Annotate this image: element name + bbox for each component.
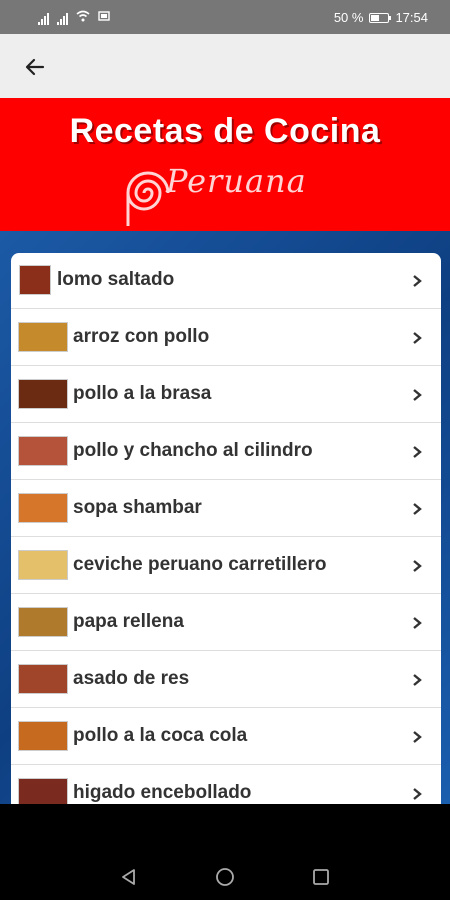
recipe-label: ceviche peruano carretillero (73, 554, 327, 575)
battery-percent: 50 % (333, 10, 364, 25)
chevron-right-icon (407, 784, 427, 804)
recipe-thumbnail (18, 778, 68, 804)
chevron-right-icon (407, 727, 427, 747)
triangle-back-icon (122, 869, 135, 885)
recipe-thumbnail (18, 607, 68, 637)
logo-text: Peruana (166, 162, 307, 200)
chevron-right-icon (407, 442, 427, 462)
recipe-label: pollo a la coca cola (73, 725, 248, 746)
nav-back-button[interactable] (114, 862, 144, 892)
recipe-thumbnail (18, 493, 68, 523)
list-item[interactable]: higado encebollado (11, 766, 441, 804)
app-toolbar (0, 34, 450, 98)
recipe-list: lomo saltado arroz con pollo pollo a la … (11, 253, 441, 804)
recipe-label: lomo saltado (57, 269, 175, 290)
recipe-label: sopa shambar (73, 497, 202, 518)
recipe-thumbnail (18, 322, 68, 352)
list-item[interactable]: sopa shambar (11, 481, 441, 537)
recipe-label: arroz con pollo (73, 326, 210, 347)
clock: 17:54 (395, 10, 428, 25)
peruana-logo: Peruana (118, 158, 338, 228)
recipe-label: higado encebollado (73, 782, 252, 803)
signal-icon (57, 13, 68, 25)
header-banner: Recetas de Cocina Peruana (0, 98, 450, 231)
recipe-thumbnail (18, 379, 68, 409)
circle-home-icon (216, 868, 234, 886)
arrow-left-icon (25, 58, 45, 76)
recipe-label: pollo y chancho al cilindro (73, 440, 313, 461)
status-right: 50 % 17:54 (334, 10, 428, 25)
content-area: lomo saltado arroz con pollo pollo a la … (0, 231, 450, 804)
chevron-right-icon (407, 271, 427, 291)
signal-indicators (38, 10, 110, 25)
notification-icon (98, 10, 110, 25)
list-item[interactable]: asado de res (11, 652, 441, 708)
nav-home-button[interactable] (210, 862, 240, 892)
list-item[interactable]: ceviche peruano carretillero (11, 538, 441, 594)
recipe-label: asado de res (73, 668, 190, 689)
chevron-right-icon (407, 613, 427, 633)
chevron-right-icon (407, 328, 427, 348)
list-item[interactable]: pollo y chancho al cilindro (11, 424, 441, 480)
banner-title: Recetas de Cocina (69, 112, 381, 150)
nav-recents-button[interactable] (306, 862, 336, 892)
square-recents-icon (313, 869, 329, 885)
list-item[interactable]: pollo a la coca cola (11, 709, 441, 765)
recipe-label: pollo a la brasa (73, 383, 212, 404)
recipe-thumbnail (18, 436, 68, 466)
status-bar: 50 % 17:54 (0, 0, 450, 34)
recipe-thumbnail (19, 265, 51, 295)
recipe-thumbnail (18, 721, 68, 751)
chevron-right-icon (407, 385, 427, 405)
list-item[interactable]: pollo a la brasa (11, 367, 441, 423)
system-nav-bar (0, 804, 450, 900)
recipe-thumbnail (18, 664, 68, 694)
back-button[interactable] (18, 50, 52, 84)
signal-icon (38, 13, 49, 25)
battery-icon (369, 12, 392, 23)
recipe-thumbnail (18, 550, 68, 580)
list-item[interactable]: lomo saltado (11, 253, 441, 309)
chevron-right-icon (407, 499, 427, 519)
wifi-icon (76, 10, 90, 25)
list-item[interactable]: papa rellena (11, 595, 441, 651)
chevron-right-icon (407, 556, 427, 576)
chevron-right-icon (407, 670, 427, 690)
list-item[interactable]: arroz con pollo (11, 310, 441, 366)
recipe-label: papa rellena (73, 611, 184, 632)
